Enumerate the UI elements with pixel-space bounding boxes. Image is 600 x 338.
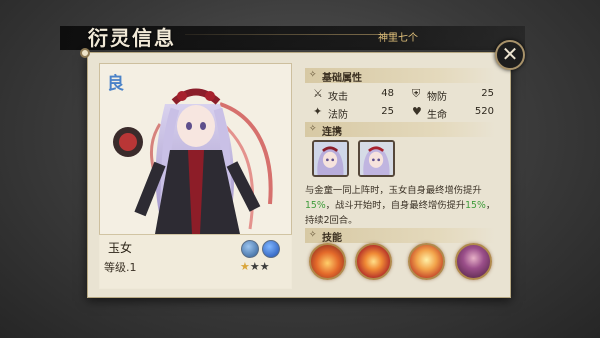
element-badge-icon[interactable] bbox=[241, 240, 259, 258]
header-divider bbox=[185, 34, 395, 35]
link-title: 连携 bbox=[322, 127, 342, 138]
stat-label-magic-defense: 法防 bbox=[328, 110, 348, 121]
sword-icon: ⚔ bbox=[313, 87, 323, 100]
character-portrait bbox=[113, 88, 273, 234]
attributes-title: 基础属性 bbox=[322, 73, 362, 84]
section-mark-icon: ✧ bbox=[309, 230, 317, 240]
link-portrait-partner[interactable] bbox=[312, 140, 349, 177]
shield-icon: ⛨ bbox=[412, 87, 421, 100]
link-description: 与金童一同上阵时，玉女自身最终增伤提升15%，战斗开始时，自身最终增伤提升15%… bbox=[305, 185, 496, 226]
skill-hand-burst-icon[interactable] bbox=[408, 243, 445, 280]
stat-value-health: 520 bbox=[474, 106, 494, 117]
magic-icon: ✦ bbox=[313, 105, 323, 118]
character-name: 玉女 bbox=[108, 241, 133, 255]
heart-icon: ♥ bbox=[412, 105, 422, 118]
stat-value-magic-defense: 25 bbox=[381, 106, 394, 117]
close-button[interactable]: ✕ bbox=[495, 40, 525, 70]
tab-character-name[interactable]: 神里七个 bbox=[378, 29, 418, 44]
stat-label-health: 生命 bbox=[427, 110, 447, 121]
skill-fire-strike-icon[interactable] bbox=[309, 243, 346, 280]
section-mark-icon: ✧ bbox=[309, 70, 317, 80]
stat-label-physical-defense: 物防 bbox=[427, 92, 447, 103]
star-icon: ★ bbox=[259, 260, 270, 273]
star-icon: ★ bbox=[240, 260, 250, 273]
skill-ring-flame-icon[interactable] bbox=[355, 243, 392, 280]
link-portrait-self[interactable] bbox=[358, 140, 395, 177]
section-mark-icon: ✧ bbox=[309, 124, 317, 134]
star-rating: ★★★ bbox=[240, 260, 270, 273]
skills-title: 技能 bbox=[322, 233, 342, 244]
page-title: 衍灵信息 bbox=[88, 26, 176, 50]
stat-value-physical-defense: 25 bbox=[481, 88, 494, 99]
stat-value-attack: 48 bbox=[381, 88, 394, 99]
class-badge-icon[interactable] bbox=[262, 240, 280, 258]
star-icon: ★ bbox=[249, 260, 260, 273]
rarity-badge: 良 bbox=[107, 74, 124, 94]
panel-corner-ornament bbox=[80, 48, 90, 58]
skill-character-rage-icon[interactable] bbox=[455, 243, 492, 280]
stat-label-attack: 攻击 bbox=[328, 92, 348, 103]
character-level: 等级.1 bbox=[104, 261, 137, 274]
